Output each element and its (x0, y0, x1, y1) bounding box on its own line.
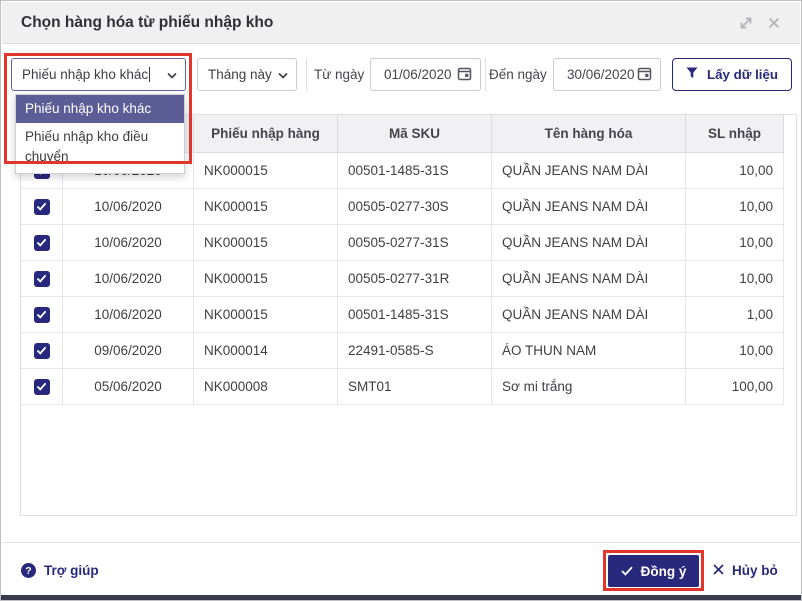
close-icon[interactable] (766, 15, 782, 31)
header-name[interactable]: Tên hàng hóa (492, 115, 686, 152)
select-goods-dialog: Chọn hàng hóa từ phiếu nhập kho Phiếu nh… (0, 0, 802, 601)
date-cell: 10/06/2020 (63, 297, 194, 333)
header-sku[interactable]: Mã SKU (338, 115, 492, 152)
checkbox-cell (21, 261, 63, 297)
to-date-value: 30/06/2020 (567, 67, 635, 82)
sku-cell: 00505-0277-31R (338, 261, 492, 297)
name-cell: QUẦN JEANS NAM DÀI (492, 189, 686, 225)
receipt-cell: NK000015 (194, 189, 338, 225)
table-body: 10/06/2020NK00001500501-1485-31SQUẦN JEA… (21, 153, 796, 405)
receipt-cell: NK000015 (194, 153, 338, 189)
table-row: 09/06/2020 NK000014 22491-0585-S ÁO THUN NA… (21, 333, 784, 369)
dialog-title: Chọn hàng hóa từ phiếu nhập kho (21, 14, 274, 31)
qty-cell: 100,00 (686, 369, 784, 405)
table-row: 10/06/2020 NK000015 00505-0277-31S QUẦN JEA… (21, 225, 784, 261)
sku-cell: 00505-0277-31S (338, 225, 492, 261)
qty-cell: 10,00 (686, 153, 784, 189)
receipt-cell: NK000015 (194, 297, 338, 333)
qty-cell: 1,00 (686, 297, 784, 333)
source-type-select[interactable]: Phiếu nhập kho khác (11, 58, 186, 91)
row-checkbox[interactable] (33, 342, 50, 359)
table-row: 05/06/2020 NK000008 SMT01 Sơ mi trắng 100,00 (21, 369, 784, 405)
help-link[interactable]: ? Trợ giúp (21, 554, 99, 587)
help-label: Trợ giúp (44, 563, 99, 578)
to-date-input[interactable]: 30/06/2020 (553, 58, 661, 91)
receipt-cell: NK000008 (194, 369, 338, 405)
to-date-label: Đến ngày (489, 67, 547, 82)
sku-cell: 00501-1485-31S (338, 297, 492, 333)
filter-separator (306, 58, 307, 91)
chevron-down-icon (278, 67, 288, 82)
ok-button[interactable]: Đồng ý (608, 555, 699, 587)
check-icon (620, 564, 633, 579)
expand-icon[interactable] (738, 15, 754, 31)
checkbox-cell (21, 225, 63, 261)
source-dropdown-list: Phiếu nhập kho khác Phiếu nhập kho điều c… (15, 94, 185, 174)
chevron-down-icon (167, 67, 177, 82)
dialog-bottom-edge (1, 595, 801, 600)
qty-cell: 10,00 (686, 225, 784, 261)
period-select[interactable]: Tháng này (197, 58, 297, 91)
row-checkbox[interactable] (33, 198, 50, 215)
checkbox-cell (21, 333, 63, 369)
table-row: 10/06/2020NK00001500501-1485-31SQUẦN JEA… (21, 297, 784, 333)
from-date-value: 01/06/2020 (384, 67, 452, 82)
from-date-label: Từ ngày (314, 67, 365, 82)
qty-cell: 10,00 (686, 189, 784, 225)
name-cell: QUẦN JEANS NAM DÀI (492, 261, 686, 297)
checkbox-cell (21, 297, 63, 333)
footer-divider (2, 542, 800, 543)
ok-label: Đồng ý (640, 563, 687, 579)
dialog-titlebar: Chọn hàng hóa từ phiếu nhập kho (2, 2, 800, 44)
dropdown-option[interactable]: Phiếu nhập kho khác (16, 95, 184, 123)
row-checkbox[interactable] (33, 234, 50, 251)
date-cell: 09/06/2020 (63, 333, 194, 369)
name-cell: QUẦN JEANS NAM DÀI (492, 153, 686, 189)
goods-table: Phiếu nhập hàng Mã SKU Tên hàng hóa SL n… (20, 114, 797, 516)
name-cell: QUẦN JEANS NAM DÀI (492, 225, 686, 261)
date-cell: 10/06/2020 (63, 261, 194, 297)
name-cell: Sơ mi trắng (492, 369, 686, 405)
receipt-cell: NK000015 (194, 225, 338, 261)
name-cell: ÁO THUN NAM (492, 333, 686, 369)
period-value: Tháng này (208, 67, 272, 82)
checkbox-cell (21, 369, 63, 405)
calendar-icon[interactable] (457, 66, 472, 84)
dropdown-option[interactable]: Phiếu nhập kho điều chuyển (16, 123, 184, 171)
x-icon (713, 563, 724, 578)
fetch-data-button[interactable]: Lấy dữ liệu (672, 58, 792, 91)
fetch-data-label: Lấy dữ liệu (706, 67, 779, 82)
date-cell: 10/06/2020 (63, 225, 194, 261)
receipt-cell: NK000015 (194, 261, 338, 297)
date-cell: 10/06/2020 (63, 189, 194, 225)
header-qty[interactable]: SL nhập (686, 115, 784, 152)
table-row: 10/06/2020 NK000015 00505-0277-31R QUẦN JEA… (21, 261, 784, 297)
row-checkbox[interactable] (33, 306, 50, 323)
calendar-icon[interactable] (637, 66, 652, 84)
cancel-button[interactable]: Hủy bỏ (713, 554, 778, 587)
text-caret (149, 67, 151, 82)
cancel-label: Hủy bỏ (732, 563, 778, 578)
row-checkbox[interactable] (33, 270, 50, 287)
sku-cell: SMT01 (338, 369, 492, 405)
from-date-input[interactable]: 01/06/2020 (370, 58, 481, 91)
name-cell: QUẦN JEANS NAM DÀI (492, 297, 686, 333)
date-cell: 05/06/2020 (63, 369, 194, 405)
qty-cell: 10,00 (686, 333, 784, 369)
table-row: 10/06/2020 NK000015 00505-0277-30S QUẦN JEA… (21, 189, 784, 225)
receipt-cell: NK000014 (194, 333, 338, 369)
help-question-icon: ? (21, 563, 36, 578)
checkbox-cell (21, 189, 63, 225)
filter-funnel-icon (686, 67, 698, 82)
sku-cell: 00505-0277-30S (338, 189, 492, 225)
sku-cell: 00501-1485-31S (338, 153, 492, 189)
source-type-value: Phiếu nhập kho khác (22, 67, 151, 82)
sku-cell: 22491-0585-S (338, 333, 492, 369)
header-receipt[interactable]: Phiếu nhập hàng (194, 115, 338, 152)
filter-separator (485, 58, 486, 91)
qty-cell: 10,00 (686, 261, 784, 297)
row-checkbox[interactable] (33, 378, 50, 395)
